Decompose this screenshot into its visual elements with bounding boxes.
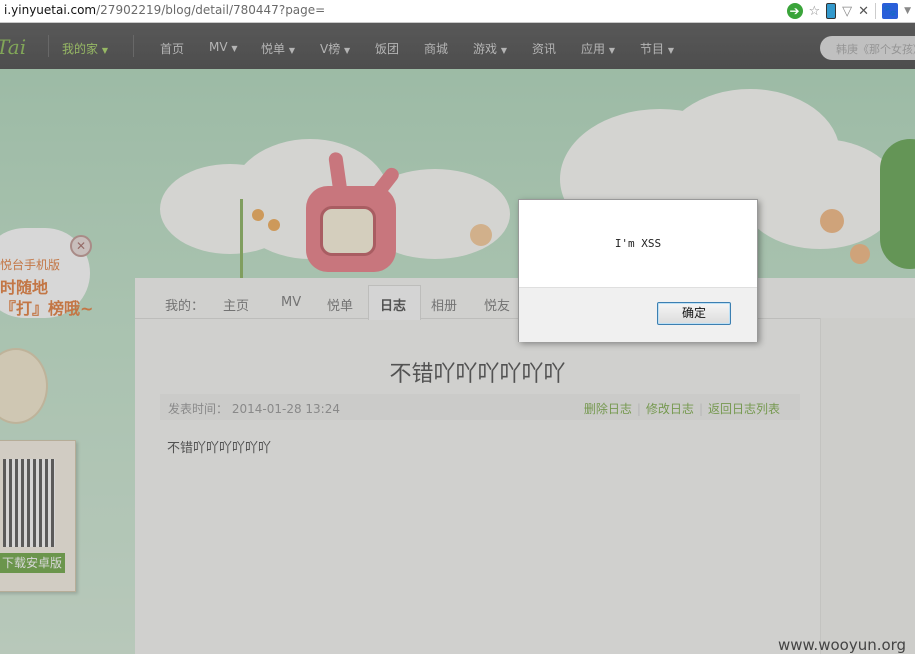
alert-message: I'm XSS: [614, 237, 662, 250]
toolbar-divider: [875, 3, 877, 19]
baidu-search-icon[interactable]: 🐾: [882, 3, 899, 19]
url-path: /27902219/blog/detail/780447?page=: [96, 3, 326, 17]
url-host: i.yinyuetai.com: [4, 3, 97, 17]
url-field[interactable]: i.yinyuetai.com/27902219/blog/detail/780…: [4, 3, 325, 17]
ok-button[interactable]: 确定: [657, 302, 731, 325]
alert-message-area: I'm XSS: [519, 200, 757, 287]
dropdown-arrow-icon[interactable]: ▽: [842, 5, 852, 18]
modal-overlay: [0, 23, 915, 654]
close-icon[interactable]: ✕: [858, 5, 869, 18]
browser-address-bar: i.yinyuetai.com/27902219/blog/detail/780…: [0, 0, 915, 23]
go-arrow-icon[interactable]: ➔: [786, 3, 803, 19]
chevron-down-icon[interactable]: ▼: [904, 6, 911, 16]
browser-toolbar-icons: ➔ ☆ ▽ ✕ 🐾 ▼: [786, 1, 915, 21]
alert-dialog: I'm XSS 确定: [518, 199, 758, 342]
watermark: www.wooyun.org: [778, 636, 907, 654]
phone-icon[interactable]: [826, 3, 837, 19]
star-icon[interactable]: ☆: [809, 5, 821, 18]
alert-button-area: 确定: [519, 287, 757, 342]
